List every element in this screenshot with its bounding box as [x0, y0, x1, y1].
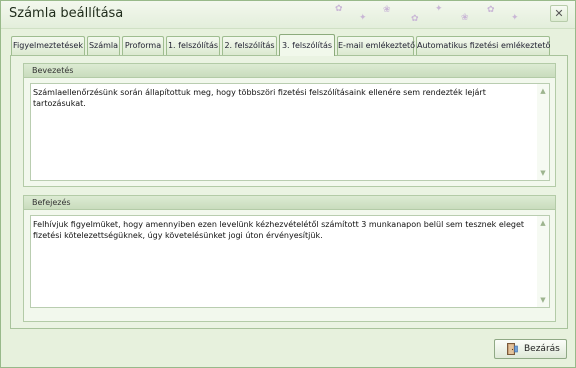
tab-1-felszolitas[interactable]: 1. felszólítás [166, 36, 220, 55]
title-decoration: ✿ ✦ ❀ ✿ ✦ ❀ ✿ ✦ [335, 4, 525, 24]
intro-title: Bevezetés [24, 64, 555, 78]
tab-szamla[interactable]: Számla [87, 36, 120, 55]
tab-2-felszolitas[interactable]: 2. felszólítás [222, 36, 277, 55]
scroll-down-icon[interactable]: ▼ [539, 168, 547, 178]
closing-text: Felhívjuk figyelmüket, hogy amennyiben e… [33, 220, 525, 240]
tab-figyelmeztetesek[interactable]: Figyelmeztetések [11, 36, 85, 55]
close-window-button[interactable]: ✕ [550, 5, 568, 22]
close-icon: ✕ [554, 7, 564, 20]
tab-automatikus-fizetesi-emlekezteto[interactable]: Automatikus fizetési emlékeztető [416, 36, 550, 55]
scroll-up-icon[interactable]: ▲ [539, 86, 547, 96]
scroll-up-icon[interactable]: ▲ [539, 218, 547, 228]
tab-proforma[interactable]: Proforma [122, 36, 164, 55]
close-button-label: Bezárás [524, 344, 560, 354]
closing-group: Befejezés Felhívjuk figyelmüket, hogy am… [23, 195, 556, 322]
closing-textarea[interactable]: Felhívjuk figyelmüket, hogy amennyiben e… [30, 215, 550, 308]
tab-panel: Bevezetés Számlaellenőrzésünk során álla… [10, 55, 568, 329]
tab-email-emlekezteto[interactable]: E-mail emlékeztető [337, 36, 415, 55]
settings-window: Számla beállítása ✿ ✦ ❀ ✿ ✦ ❀ ✿ ✦ ✕ Figy… [0, 0, 576, 368]
intro-text: Számlaellenőrzésünk során állapítottuk m… [33, 88, 486, 108]
close-button[interactable]: Bezárás [494, 339, 567, 359]
intro-textarea[interactable]: Számlaellenőrzésünk során állapítottuk m… [30, 83, 550, 181]
window-title: Számla beállítása [9, 6, 124, 21]
intro-scrollbar[interactable]: ▲ ▼ [537, 84, 549, 180]
door-exit-icon [507, 343, 518, 355]
title-bar[interactable]: Számla beállítása ✿ ✦ ❀ ✿ ✦ ❀ ✿ ✦ ✕ [1, 1, 575, 29]
closing-scrollbar[interactable]: ▲ ▼ [537, 216, 549, 307]
intro-group: Bevezetés Számlaellenőrzésünk során álla… [23, 63, 556, 187]
closing-title: Befejezés [24, 196, 555, 210]
tab-3-felszolitas[interactable]: 3. felszólítás [279, 34, 335, 56]
scroll-down-icon[interactable]: ▼ [539, 295, 547, 305]
